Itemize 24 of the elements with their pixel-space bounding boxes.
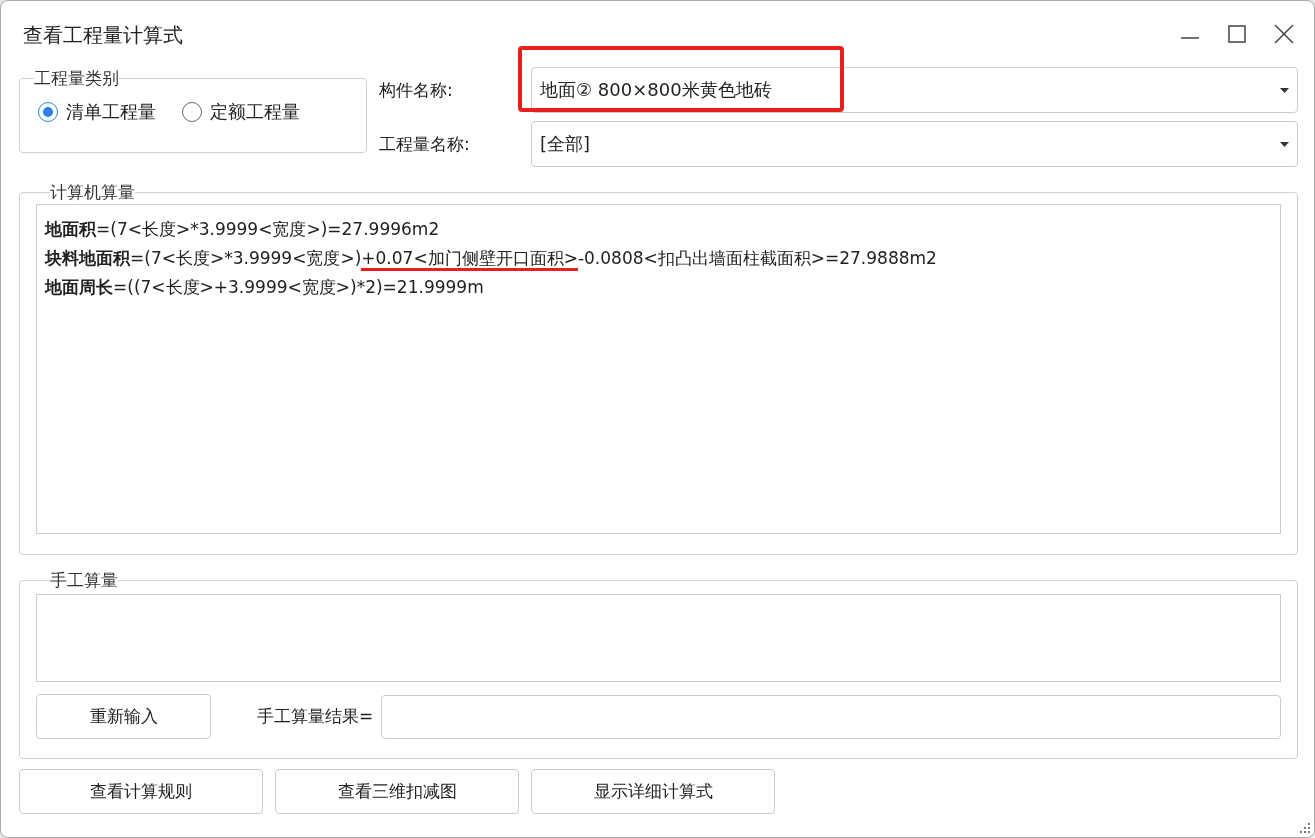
reenter-button[interactable]: 重新输入 (36, 694, 211, 739)
result-label: 手工算量结果= (257, 705, 374, 728)
close-icon[interactable] (1274, 24, 1294, 44)
maximize-icon[interactable] (1228, 25, 1246, 43)
action-button[interactable]: 显示详细计算式 (531, 769, 775, 814)
resize-grip-icon[interactable] (1300, 823, 1310, 833)
dropdown-field[interactable]: 地面② 800×800米黄色地砖 (531, 67, 1298, 113)
caret-icon (1280, 141, 1289, 147)
radio-option[interactable]: 清单工程量 (38, 100, 156, 124)
formula-line: 块料地面积=(7<长度>*3.9999<宽度>)+0.07<加门侧壁开口面积>-0.0808<扣凸出墙面柱截面积>=27.9888m2 (45, 248, 937, 271)
window-title: 查看工程量计算式 (23, 21, 183, 49)
field-label: 构件名称: (378, 78, 454, 102)
result-field[interactable] (381, 694, 1281, 739)
group-legend: 工程量类别 (34, 67, 119, 90)
formula-line: 地面积=(7<长度>*3.9999<宽度>)=27.9996m2 (45, 219, 440, 239)
dropdown-field[interactable]: [全部] (531, 121, 1298, 167)
group-legend: 手工算量 (50, 569, 118, 592)
field-label: 工程量名称: (378, 132, 471, 156)
action-button[interactable]: 查看计算规则 (19, 769, 263, 814)
group-legend: 计算机算量 (50, 181, 135, 204)
radio-option[interactable]: 定额工程量 (182, 100, 300, 124)
caret-icon (1280, 87, 1289, 93)
formula-line: 地面周长=((7<长度>+3.9999<宽度>)*2)=21.9999m (45, 277, 484, 297)
action-button[interactable]: 查看三维扣减图 (275, 769, 519, 814)
